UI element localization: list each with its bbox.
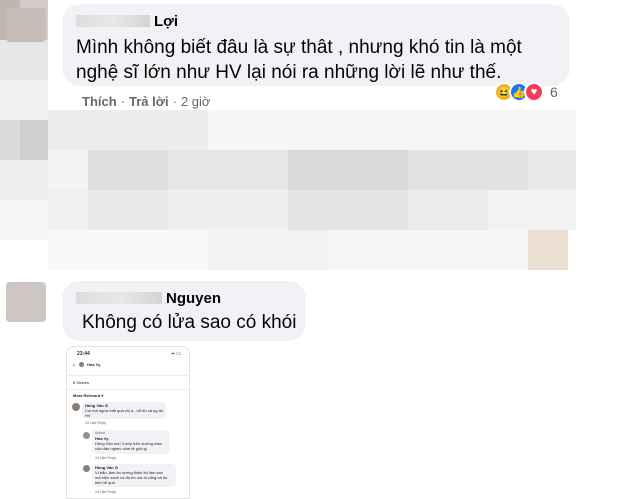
avatar[interactable] [6,282,46,322]
comment-bubble: Lợi Mình không biết đâu là sự thât , như… [62,4,570,86]
reply-text: của dân nghèo chơi tệ giời gì [95,446,147,451]
shares-count: 8 Shares [73,380,90,385]
reply-button[interactable]: Trả lời [129,94,169,109]
commenter-name[interactable]: Lợi [76,12,178,30]
reply-actions: 2d Like Reply [95,490,117,494]
timestamp[interactable]: 2 giờ [181,94,211,109]
comment-text: Coi mà ngứa mắt quá chị ạ...nổ đồ cả ng … [85,408,164,413]
signal-battery-icon: ▪▪ ▭ [171,351,181,357]
reply-actions: 2d Like Reply [95,456,117,460]
commenter-name-suffix[interactable]: Lợi [154,13,178,30]
separator: · [172,94,177,109]
avatar[interactable] [6,8,46,42]
comment-text-line1: Mình không biết đâu là sự thât , nhưng k… [76,37,522,58]
commenter-name-suffix[interactable]: Nguyen [166,290,221,307]
avatar [72,403,80,411]
comment-bubble: Nguyen Không có lửa sao có khói [62,281,306,341]
commenter-name[interactable]: Nguyen [76,289,221,307]
separator: · [120,94,126,109]
reaction-count: 6 [550,84,558,100]
comment-actions: Thích · Trả lời · 2 giờ [82,94,210,109]
back-arrow-icon: ‹ [73,363,75,369]
post-author-name: Hòa Vy [87,362,101,367]
love-icon: ♥ [524,82,544,102]
comment-actions: 2d Like Reply [85,421,107,425]
attached-screenshot[interactable]: 23:44 ▪▪ ▭ ‹ Hòa Vy 8 Shares Most Releva… [66,346,190,499]
comment-text: HV [85,413,91,418]
comment-text-line2: nghệ sĩ lớn như HV lại nói ra những lời … [76,62,502,83]
blurred-name [76,292,162,304]
reply-text: tinh hể quá [95,480,115,485]
comment-text: Không có lửa sao có khói [82,312,297,333]
author-badge: Author [95,431,106,435]
avatar [83,432,90,439]
avatar [83,465,90,472]
like-button[interactable]: Thích [82,94,117,109]
blurred-name [76,15,150,27]
avatar [79,362,84,367]
sort-label: Most Relevant ▾ [73,393,104,398]
phone-status-time: 23:44 [77,351,90,357]
reaction-summary[interactable]: 😆 👍 ♥ 6 [494,82,558,102]
